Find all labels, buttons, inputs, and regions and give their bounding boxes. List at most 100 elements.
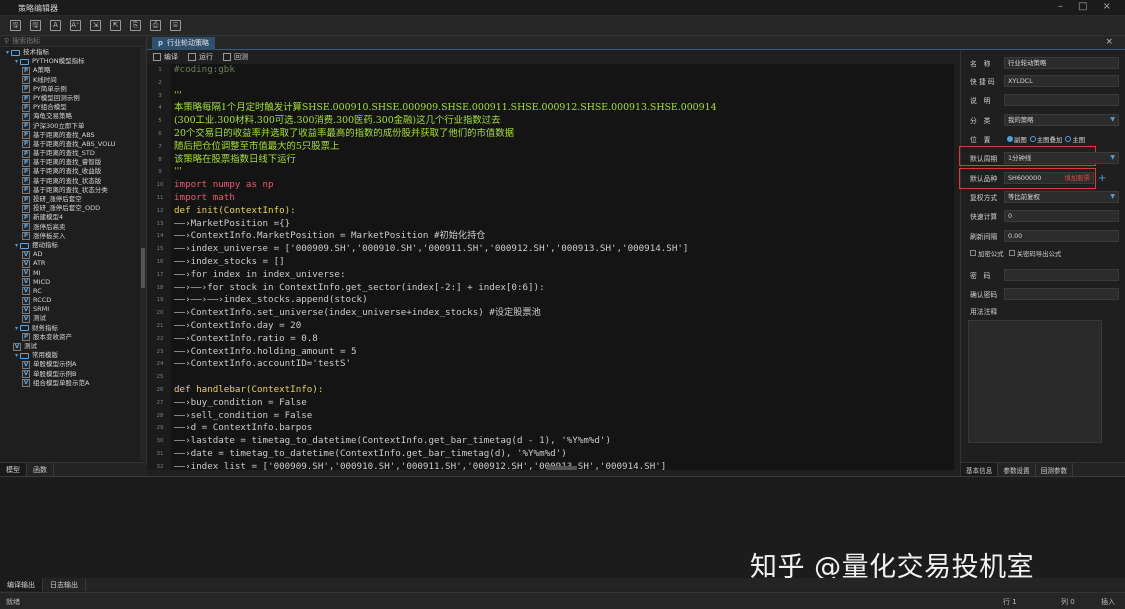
code-line[interactable]: ——›——›for stock in ContextInfo.get_secto…	[174, 282, 944, 295]
position-radio-overlay[interactable]	[1029, 136, 1036, 142]
expand-arrow-icon[interactable]: ▾	[13, 241, 20, 250]
confirm-password-field[interactable]	[1004, 288, 1119, 300]
tab-basic-info[interactable]: 基本信息	[961, 463, 999, 476]
symbol-field[interactable]: SH600000 填加股票	[1004, 172, 1094, 184]
code-line[interactable]: ——›ContextInfo.set_universe(index_univer…	[174, 307, 944, 320]
code-line[interactable]	[174, 371, 944, 384]
code-editor[interactable]: 1 2 3 4 5 6 7 8 9 10 11 12 13 14 15 16 17 18 19 20 21 22 23 24 2…	[147, 64, 960, 470]
code-line[interactable]: ——›index_stocks = []	[174, 256, 944, 269]
run-button[interactable]: 运行	[188, 52, 213, 62]
tree-folder[interactable]: ▾ 财务指标	[0, 324, 141, 333]
code-line[interactable]: #coding:gbk	[174, 64, 944, 77]
expand-arrow-icon[interactable]: ▾	[4, 48, 11, 57]
category-select[interactable]: 我的策略 ▼	[1004, 114, 1119, 126]
tab-strategy-file[interactable]: p 行业轮动策略	[152, 37, 216, 50]
tree-item[interactable]: P A策略	[0, 66, 141, 75]
tree-item[interactable]: P 基于距离的查找_ABS_VOLU	[0, 140, 141, 149]
tab-log-output[interactable]: 日志输出	[43, 578, 86, 591]
splitter-handle[interactable]	[547, 466, 577, 470]
tree-item[interactable]: V AD	[0, 250, 141, 259]
description-field[interactable]	[1004, 94, 1119, 106]
code-line[interactable]: '''	[174, 166, 944, 179]
tree-item[interactable]: P 基于距离的查找_状态版	[0, 177, 141, 186]
tree-item[interactable]: P 海龟交易策略	[0, 112, 141, 121]
font-shrink-icon[interactable]: A	[50, 20, 61, 31]
copy-icon[interactable]: ⎘	[130, 20, 141, 31]
expand-arrow-icon[interactable]: ▾	[13, 57, 20, 66]
code-line[interactable]: ——›——›——›index_stocks.append(stock)	[174, 294, 944, 307]
print-icon[interactable]: ⌸	[170, 20, 181, 31]
refresh-field[interactable]: 0.00	[1004, 230, 1119, 242]
tree-item[interactable]: P 新建模型4	[0, 213, 141, 222]
expand-arrow-icon[interactable]: ▾	[13, 324, 20, 333]
tree-item[interactable]: P 涨停板买入	[0, 232, 141, 241]
code-line[interactable]: ——›ContextInfo.MarketPosition = MarketPo…	[174, 230, 944, 243]
tree-item[interactable]: P 投研_涨停后套空	[0, 195, 141, 204]
position-radio-main[interactable]	[1065, 136, 1072, 142]
tree-item[interactable]: P 基于距离的查找_状态分类	[0, 186, 141, 195]
tree-item[interactable]: P K线时间	[0, 76, 141, 85]
tree-search-input[interactable]: 搜索指标	[12, 36, 40, 46]
code-line[interactable]: 该策略在股票指数日线下运行	[174, 154, 944, 167]
tab-model[interactable]: 模型	[0, 463, 27, 476]
font-grow-icon[interactable]: A⁺	[70, 20, 81, 31]
tree-item[interactable]: P 股本变收资产	[0, 333, 141, 342]
window-controls[interactable]: – □ ×	[1058, 1, 1117, 12]
code-line[interactable]	[174, 77, 944, 90]
tree-item[interactable]: P PY模型回测示例	[0, 94, 141, 103]
import-icon[interactable]: ⇲	[90, 20, 101, 31]
tree-folder[interactable]: ▾ 常用模版	[0, 351, 141, 360]
encrypt-checkbox[interactable]	[970, 250, 976, 256]
code-line[interactable]: 随后把仓位调整至市值最大的5只股票上	[174, 141, 944, 154]
tree-item[interactable]: P 投研_涨停后套空_ODD	[0, 204, 141, 213]
code-line[interactable]: import math	[174, 192, 944, 205]
code-line[interactable]: def init(ContextInfo):	[174, 205, 944, 218]
shortcut-field[interactable]: XYLDCL	[1004, 75, 1119, 87]
save-icon[interactable]: 🖫	[10, 20, 21, 31]
compile-button[interactable]: 编译	[153, 52, 178, 62]
tree-item[interactable]: V MICD	[0, 278, 141, 287]
position-radio-sub[interactable]	[1007, 136, 1013, 142]
tree-item[interactable]: P 基于距离的查找_ABS	[0, 131, 141, 140]
code-line[interactable]: ——›for index in index_universe:	[174, 269, 944, 282]
notes-textarea[interactable]	[968, 320, 1102, 443]
tree-item[interactable]: V 单股模型示例B	[0, 370, 141, 379]
code-line[interactable]: ——›buy_condition = False	[174, 397, 944, 410]
code-line[interactable]: ——›MarketPosition ={}	[174, 218, 944, 231]
code-line[interactable]: (300工业.300材料.300可选.300消费.300医药.300金融)这几个…	[174, 115, 944, 128]
tree-item[interactable]: V 测试	[0, 342, 141, 351]
tab-backtest-params[interactable]: 回测参数	[1036, 463, 1074, 476]
code-line[interactable]: 20个交易日的收益率并选取了收益率最高的指数的成份股并获取了他们的市值数据	[174, 128, 944, 141]
code-line[interactable]: ——›ContextInfo.ratio = 0.8	[174, 333, 944, 346]
close-icon[interactable]: ×	[1105, 37, 1113, 47]
tree-item[interactable]: P 涨停后高卖	[0, 223, 141, 232]
tree-item[interactable]: P 沪深300立即下单	[0, 122, 141, 131]
tree-item[interactable]: V 单股模型示例A	[0, 360, 141, 369]
tree-item[interactable]: V MI	[0, 269, 141, 278]
backtest-button[interactable]: 回测	[223, 52, 248, 62]
password-field[interactable]	[1004, 269, 1119, 281]
add-stock-link[interactable]: 填加股票	[1064, 173, 1090, 183]
plus-icon[interactable]: +	[1098, 173, 1106, 184]
tree-folder[interactable]: ▾ 技术指标	[0, 48, 141, 57]
tree-item[interactable]: V RC	[0, 287, 141, 296]
tree-folder[interactable]: ▾ 摆动指标	[0, 241, 141, 250]
tree-item[interactable]: V 组合模型单股示范A	[0, 379, 141, 388]
code-line[interactable]: ——›index_universe = ['000909.SH','000910…	[174, 243, 944, 256]
code-line[interactable]: def handlebar(ContextInfo):	[174, 384, 944, 397]
export-icon[interactable]: ⇱	[110, 20, 121, 31]
code-area[interactable]: #coding:gbk ''' 本策略每隔1个月定时触发计算SHSE.000910.…	[174, 64, 944, 470]
export-checkbox[interactable]	[1008, 250, 1015, 256]
save-as-icon[interactable]: 🖫	[30, 20, 41, 31]
tree-item[interactable]: V ATR	[0, 259, 141, 268]
code-line[interactable]: ——›ContextInfo.holding_amount = 5	[174, 346, 944, 359]
tree-item[interactable]: P 基于距离的查找_收益版	[0, 167, 141, 177]
code-line[interactable]: ——›ContextInfo.accountID='testS'	[174, 358, 944, 371]
paste-icon[interactable]: ⎙	[150, 20, 161, 31]
code-line[interactable]: '''	[174, 90, 944, 103]
tree-item[interactable]: P 基于距离的查找_STD	[0, 149, 141, 158]
code-line[interactable]: ——›sell_condition = False	[174, 410, 944, 423]
code-line[interactable]: ——›d = ContextInfo.barpos	[174, 422, 944, 435]
tree-item[interactable]: V 测试	[0, 314, 141, 324]
tab-function[interactable]: 函数	[27, 463, 54, 476]
